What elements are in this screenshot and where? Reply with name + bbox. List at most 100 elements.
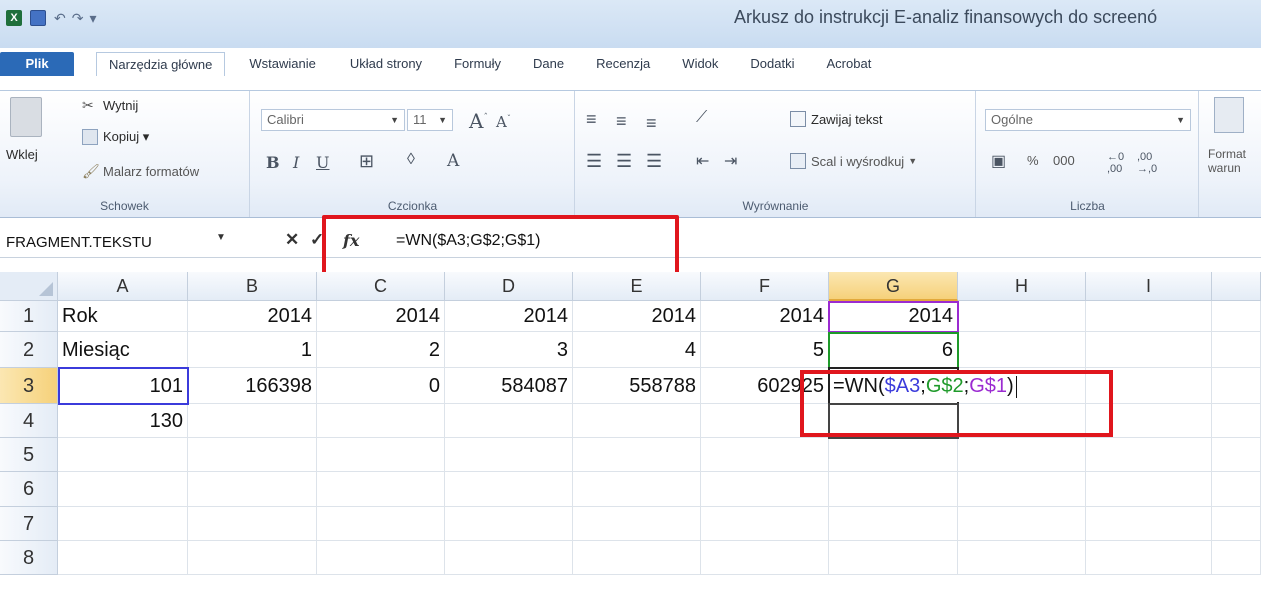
cell-g7[interactable] (829, 507, 958, 541)
chevron-down-icon[interactable]: ▼ (216, 232, 226, 243)
cell-c4[interactable] (317, 404, 445, 438)
row-header-8[interactable]: 8 (0, 541, 58, 575)
align-bottom-icon[interactable]: ≡ (646, 113, 657, 134)
cell-a2[interactable]: Miesiąc (58, 332, 188, 368)
align-left-icon[interactable]: ☰ (586, 151, 602, 172)
cell-i1[interactable] (1086, 301, 1212, 332)
bold-icon[interactable]: B (266, 153, 280, 172)
customize-qat-icon[interactable]: ▾ (89, 10, 96, 27)
cell-f7[interactable] (701, 507, 829, 541)
row-header-4[interactable]: 4 (0, 404, 58, 438)
increase-indent-icon[interactable]: ⇥ (724, 151, 737, 171)
cell-e8[interactable] (573, 541, 701, 575)
cell-e1[interactable]: 2014 (573, 301, 701, 332)
row-header-7[interactable]: 7 (0, 507, 58, 541)
cell-h5[interactable] (958, 438, 1086, 472)
cell-a4[interactable]: 130 (58, 404, 188, 438)
cell-c7[interactable] (317, 507, 445, 541)
cell-a8[interactable] (58, 541, 188, 575)
cell-i6[interactable] (1086, 472, 1212, 507)
cell-c6[interactable] (317, 472, 445, 507)
cell-f2[interactable]: 5 (701, 332, 829, 368)
align-top-icon[interactable]: ≡ (586, 109, 597, 130)
conditional-formatting-button[interactable]: Format warun (1208, 147, 1260, 175)
name-box[interactable]: FRAGMENT.TEKSTU (0, 231, 232, 255)
cell-i2[interactable] (1086, 332, 1212, 368)
cell-filler[interactable] (1212, 301, 1261, 332)
cell-filler[interactable] (1212, 404, 1261, 438)
tab-review[interactable]: Recenzja (584, 52, 662, 76)
excel-app-icon[interactable]: X (6, 10, 22, 26)
cell-c3[interactable]: 0 (317, 368, 445, 404)
cell-a5[interactable] (58, 438, 188, 472)
cell-f8[interactable] (701, 541, 829, 575)
cell-g1[interactable]: 2014 (829, 301, 958, 332)
thousands-button[interactable]: 000 (1053, 153, 1075, 168)
column-header-e[interactable]: E (573, 272, 701, 301)
cell-g8[interactable] (829, 541, 958, 575)
tab-page-layout[interactable]: Układ strony (338, 52, 434, 76)
tab-insert[interactable]: Wstawianie (237, 52, 327, 76)
cell-g6[interactable] (829, 472, 958, 507)
cell-d6[interactable] (445, 472, 573, 507)
cell-f6[interactable] (701, 472, 829, 507)
tab-addins[interactable]: Dodatki (738, 52, 806, 76)
column-header-a[interactable]: A (58, 272, 188, 301)
decrease-decimal-icon[interactable]: ,00 →,0 (1137, 151, 1157, 175)
tab-home[interactable]: Narzędzia główne (96, 52, 226, 76)
font-color-icon[interactable]: A (447, 151, 459, 171)
cell-i5[interactable] (1086, 438, 1212, 472)
cell-h7[interactable] (958, 507, 1086, 541)
column-header-f[interactable]: F (701, 272, 829, 301)
font-name-select[interactable]: Calibri ▼ (261, 109, 405, 131)
cell-filler[interactable] (1212, 368, 1261, 404)
cell-h6[interactable] (958, 472, 1086, 507)
redo-icon[interactable]: ↷ (72, 10, 84, 27)
row-header-3[interactable]: 3 (0, 368, 58, 404)
cancel-icon[interactable]: ✕ (285, 230, 299, 250)
copy-button[interactable]: Kopiuj ▾ (82, 129, 149, 145)
tab-view[interactable]: Widok (670, 52, 730, 76)
align-middle-icon[interactable]: ≡ (616, 111, 627, 132)
cell-d5[interactable] (445, 438, 573, 472)
cell-e4[interactable] (573, 404, 701, 438)
tab-formulas[interactable]: Formuły (442, 52, 513, 76)
cell-b1[interactable]: 2014 (188, 301, 317, 332)
cell-d3[interactable]: 584087 (445, 368, 573, 404)
cell-b5[interactable] (188, 438, 317, 472)
column-header-d[interactable]: D (445, 272, 573, 301)
cell-f1[interactable]: 2014 (701, 301, 829, 332)
row-header-6[interactable]: 6 (0, 472, 58, 507)
cell-h1[interactable] (958, 301, 1086, 332)
merge-center-button[interactable]: Scal i wyśrodkuj ▼ (790, 153, 917, 169)
cell-filler[interactable] (1212, 472, 1261, 507)
select-all-corner[interactable] (0, 272, 58, 301)
cell-h8[interactable] (958, 541, 1086, 575)
align-center-icon[interactable]: ☰ (616, 151, 632, 172)
row-header-1[interactable]: 1 (0, 301, 58, 332)
cell-a7[interactable] (58, 507, 188, 541)
cell-i8[interactable] (1086, 541, 1212, 575)
cell-e3[interactable]: 558788 (573, 368, 701, 404)
cell-h2[interactable] (958, 332, 1086, 368)
cell-e6[interactable] (573, 472, 701, 507)
cell-filler[interactable] (1212, 332, 1261, 368)
percent-button[interactable]: % (1027, 153, 1039, 168)
cell-b4[interactable] (188, 404, 317, 438)
cell-b2[interactable]: 1 (188, 332, 317, 368)
tab-file[interactable]: Plik (0, 52, 74, 76)
align-right-icon[interactable]: ☰ (646, 151, 662, 172)
cell-b7[interactable] (188, 507, 317, 541)
cell-b6[interactable] (188, 472, 317, 507)
paste-icon[interactable] (10, 97, 42, 137)
shrink-font-icon[interactable]: Aˇ (496, 113, 511, 131)
tab-acrobat[interactable]: Acrobat (815, 52, 884, 76)
cell-filler[interactable] (1212, 507, 1261, 541)
column-header-c[interactable]: C (317, 272, 445, 301)
wrap-text-button[interactable]: Zawijaj tekst (790, 111, 883, 127)
cell-b3[interactable]: 166398 (188, 368, 317, 404)
paste-button[interactable]: Wklej (6, 147, 38, 162)
number-format-select[interactable]: Ogólne ▼ (985, 109, 1191, 131)
save-icon[interactable] (30, 10, 46, 26)
font-size-select[interactable]: 11 ▼ (407, 109, 453, 131)
